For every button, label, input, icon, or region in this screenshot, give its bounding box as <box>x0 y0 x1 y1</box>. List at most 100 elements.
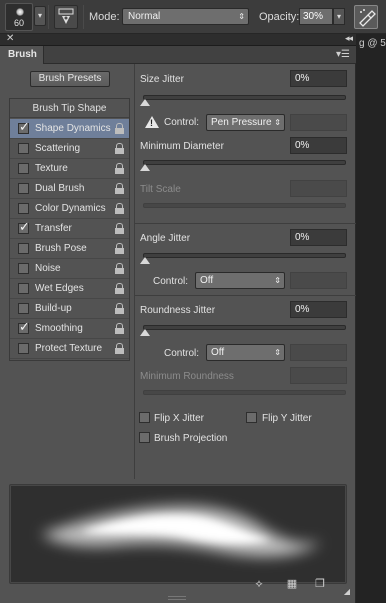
list-item-label: Transfer <box>35 223 72 234</box>
lock-icon[interactable] <box>115 343 124 354</box>
panel-menu-icon[interactable]: ▾☰ <box>336 49 350 60</box>
dual-brush-checkbox[interactable] <box>18 183 29 194</box>
list-item-brush-pose[interactable]: Brush Pose <box>10 239 129 259</box>
roundness-control-select[interactable]: Off ⇕ <box>206 344 285 361</box>
panel-titlebar: ✕ ◂◂ <box>0 33 356 46</box>
resize-grip-icon[interactable]: ◢ <box>340 586 354 598</box>
brush-presets-button[interactable]: Brush Presets <box>30 71 110 87</box>
angle-control-extra-field <box>290 272 347 289</box>
collapse-panel-icon[interactable]: ◂◂ <box>345 33 353 44</box>
brush-pose-checkbox[interactable] <box>18 243 29 254</box>
wet-edges-checkbox[interactable] <box>18 283 29 294</box>
lock-icon[interactable] <box>115 263 124 274</box>
lock-icon[interactable] <box>115 243 124 254</box>
mode-value: Normal <box>128 11 161 22</box>
minimum-diameter-slider[interactable] <box>140 160 346 171</box>
scattering-checkbox[interactable] <box>18 143 29 154</box>
shape-dynamics-checkbox[interactable] <box>18 119 30 135</box>
list-item-label: Dual Brush <box>35 183 85 194</box>
open-preset-manager-icon[interactable]: ▦ <box>285 578 299 590</box>
angle-jitter-input[interactable]: 0% <box>290 229 347 246</box>
tilt-scale-label: Tilt Scale <box>140 184 181 195</box>
list-item-build-up[interactable]: Build-up <box>10 299 129 319</box>
airbrush-icon <box>359 9 376 27</box>
brush-projection-label: Brush Projection <box>154 433 228 444</box>
size-jitter-input[interactable]: 0% <box>290 70 347 87</box>
flip-x-checkbox[interactable] <box>139 412 150 423</box>
size-jitter-slider[interactable] <box>140 95 346 106</box>
list-item-scattering[interactable]: Scattering <box>10 139 129 159</box>
protect-texture-checkbox[interactable] <box>18 343 29 354</box>
opacity-input[interactable]: 30% <box>299 8 333 25</box>
brush-picker-dropdown-button[interactable]: ▾ <box>34 6 46 26</box>
slider-knob[interactable] <box>140 99 150 106</box>
create-new-brush-icon[interactable]: ❐ <box>313 578 327 590</box>
list-item-brush-tip-shape[interactable]: Brush Tip Shape <box>10 99 129 118</box>
flip-y-checkbox[interactable] <box>246 412 257 423</box>
tilt-scale-input <box>290 180 347 197</box>
list-item-color-dynamics[interactable]: Color Dynamics <box>10 199 129 219</box>
angle-control-select[interactable]: Off ⇕ <box>195 272 285 289</box>
color-dynamics-checkbox[interactable] <box>18 203 29 214</box>
control-label: Control: <box>153 276 189 287</box>
slider-knob[interactable] <box>140 257 150 264</box>
lock-icon[interactable] <box>115 283 124 294</box>
roundness-control-extra-field <box>290 344 347 361</box>
list-item-wet-edges[interactable]: Wet Edges <box>10 279 129 299</box>
minimum-diameter-input[interactable]: 0% <box>290 137 347 154</box>
transfer-checkbox[interactable] <box>18 219 30 235</box>
list-item-smoothing[interactable]: Smoothing <box>10 319 129 339</box>
slider-knob[interactable] <box>140 329 150 336</box>
brush-panel: Brush ▾☰ Brush Presets Brush Tip Shape S… <box>0 46 356 603</box>
mode-select[interactable]: Normal ⇕ <box>122 8 249 25</box>
list-item-transfer[interactable]: Transfer <box>10 219 129 239</box>
size-control-select[interactable]: Pen Pressure ⇕ <box>206 114 285 131</box>
smoothing-checkbox[interactable] <box>18 319 30 335</box>
minimum-roundness-label: Minimum Roundness <box>140 371 234 382</box>
options-bar: 60 ▾ Mode: Normal ⇕ Opacity: 30% ▾ <box>0 0 386 34</box>
panel-drag-grip[interactable] <box>168 596 186 600</box>
divider <box>135 223 356 224</box>
chevron-updown-icon: ⇕ <box>274 276 281 285</box>
lock-icon[interactable] <box>115 223 124 234</box>
angle-jitter-slider[interactable] <box>140 253 346 264</box>
list-item-protect-texture[interactable]: Protect Texture <box>10 339 129 359</box>
tab-brush[interactable]: Brush <box>0 46 44 64</box>
toggle-live-tip-preview-icon[interactable]: ⟡ <box>252 578 266 590</box>
chevron-updown-icon: ⇕ <box>238 12 245 21</box>
build-up-checkbox[interactable] <box>18 303 29 314</box>
noise-checkbox[interactable] <box>18 263 29 274</box>
lock-icon[interactable] <box>115 303 124 314</box>
list-item-noise[interactable]: Noise <box>10 259 129 279</box>
lock-icon[interactable] <box>115 123 124 134</box>
flip-x-label: Flip X Jitter <box>154 413 205 424</box>
angle-jitter-label: Angle Jitter <box>140 233 191 244</box>
warning-triangle-icon: ! <box>145 116 159 128</box>
brush-preset-picker[interactable]: 60 <box>5 3 33 31</box>
lock-icon[interactable] <box>115 183 124 194</box>
toggle-brush-panel-button[interactable] <box>54 5 78 29</box>
roundness-jitter-slider[interactable] <box>140 325 346 336</box>
texture-checkbox[interactable] <box>18 163 29 174</box>
brush-tip-icon <box>16 8 24 16</box>
roundness-jitter-input[interactable]: 0% <box>290 301 347 318</box>
opacity-slider-button[interactable]: ▾ <box>333 8 345 25</box>
document-tab[interactable]: g @ 50 <box>359 38 386 54</box>
minimum-diameter-label: Minimum Diameter <box>140 141 224 152</box>
lock-icon[interactable] <box>115 163 124 174</box>
roundness-jitter-label: Roundness Jitter <box>140 305 216 316</box>
list-item-dual-brush[interactable]: Dual Brush <box>10 179 129 199</box>
slider-knob[interactable] <box>140 164 150 171</box>
airbrush-toggle-button[interactable] <box>354 5 378 29</box>
close-icon[interactable]: ✕ <box>6 33 14 44</box>
list-item-shape-dynamics[interactable]: Shape Dynamics <box>10 119 129 139</box>
lock-icon[interactable] <box>115 323 124 334</box>
chevron-updown-icon: ⇕ <box>274 348 281 357</box>
lock-icon[interactable] <box>115 143 124 154</box>
lock-icon[interactable] <box>115 203 124 214</box>
brush-projection-checkbox[interactable] <box>139 432 150 443</box>
list-item-label: Brush Pose <box>35 243 87 254</box>
list-item-label: Color Dynamics <box>35 203 106 214</box>
list-item-texture[interactable]: Texture <box>10 159 129 179</box>
list-item-label: Scattering <box>35 143 81 154</box>
